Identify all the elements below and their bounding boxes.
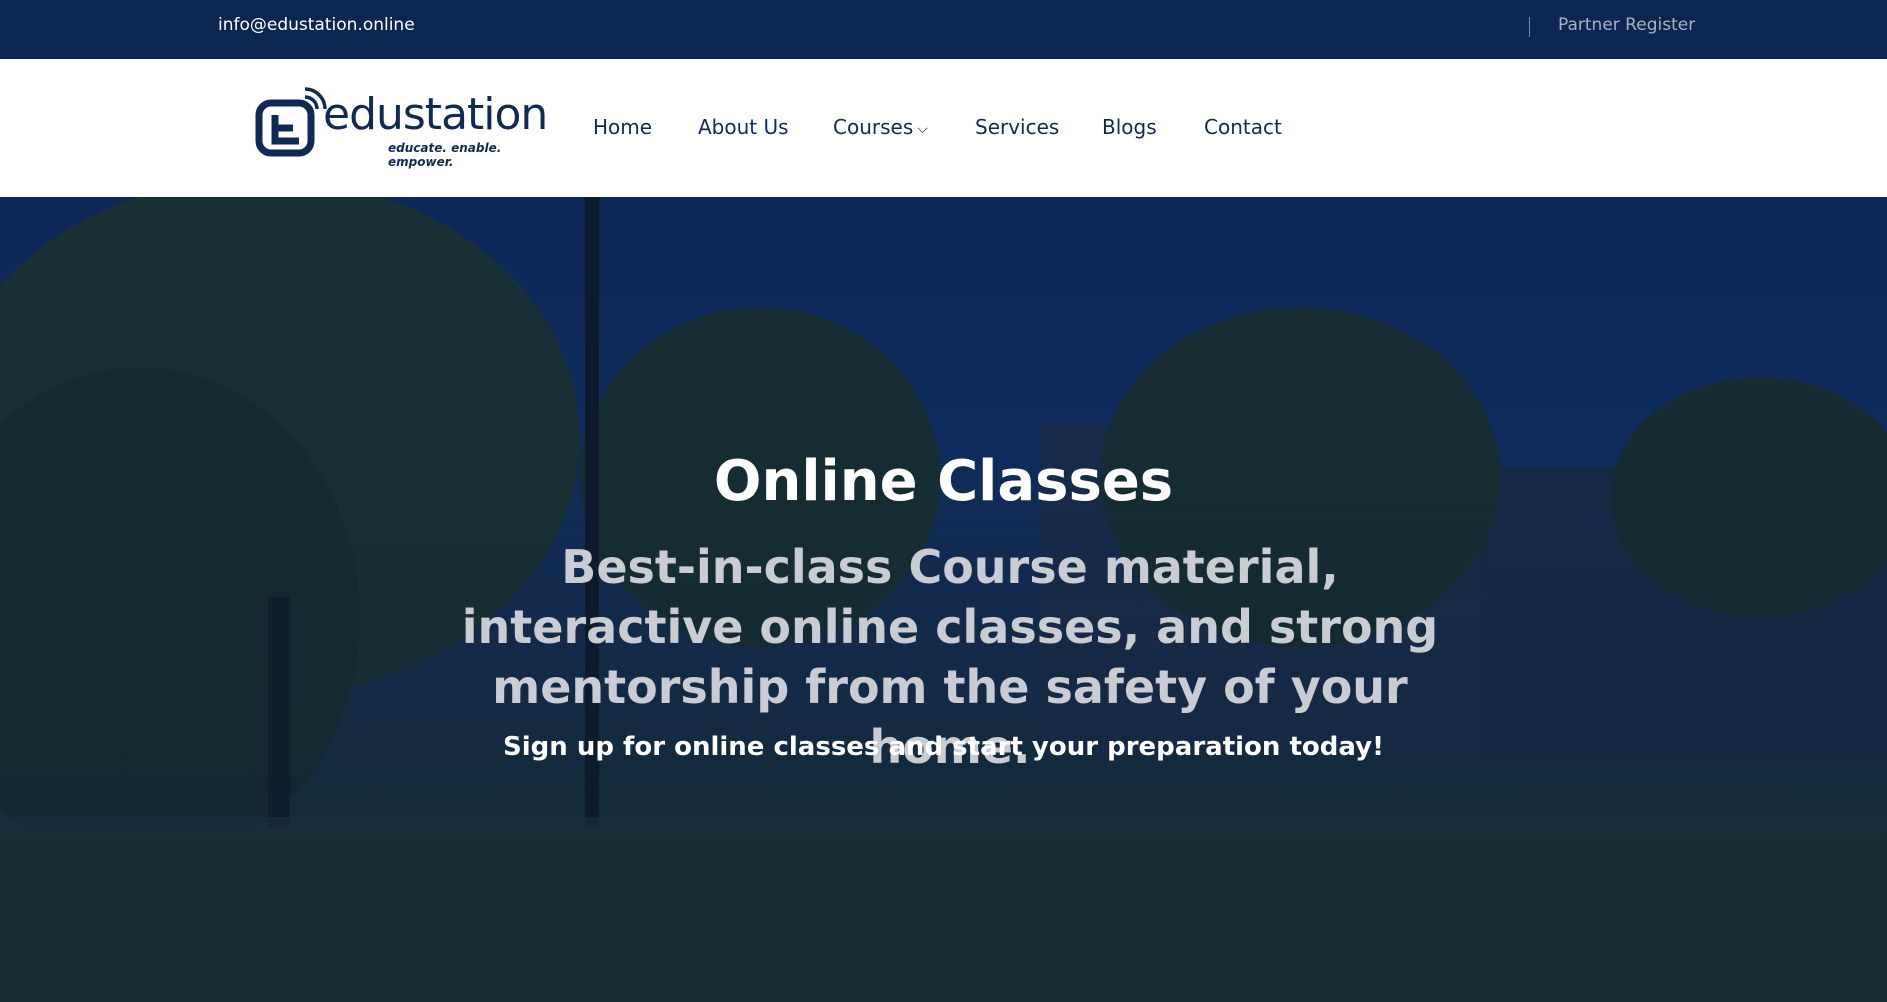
nav-item-courses[interactable]: Courses ⌵: [833, 115, 928, 139]
chevron-down-icon: ⌵: [917, 121, 928, 137]
hero-title: Online Classes: [713, 449, 1174, 514]
main-navbar: edustation educate. enable. empower. Hom…: [0, 59, 1887, 197]
partner-register-link[interactable]: Partner Register: [1558, 15, 1695, 35]
nav-item-contact[interactable]: Contact: [1204, 115, 1282, 139]
top-bar: info@edustation.online Partner Register: [0, 0, 1887, 59]
hero-banner: Online Classes Best-in-class Course mate…: [0, 197, 1887, 1002]
logo-mark-icon: [255, 87, 327, 157]
hero-cta-text: Sign up for online classes and start you…: [503, 732, 1384, 762]
email-link[interactable]: info@edustation.online: [218, 15, 415, 35]
edustation-logo[interactable]: edustation educate. enable. empower.: [255, 87, 548, 169]
logo-wordmark: edustation: [323, 89, 548, 140]
nav-item-about-us[interactable]: About Us: [698, 115, 789, 139]
nav-item-courses-label: Courses: [833, 115, 914, 139]
nav-item-home[interactable]: Home: [593, 115, 652, 139]
logo-tagline: educate. enable. empower.: [388, 141, 502, 169]
nav-item-services[interactable]: Services: [975, 115, 1059, 139]
nav-item-blogs[interactable]: Blogs: [1102, 115, 1157, 139]
topbar-divider: [1529, 17, 1530, 37]
